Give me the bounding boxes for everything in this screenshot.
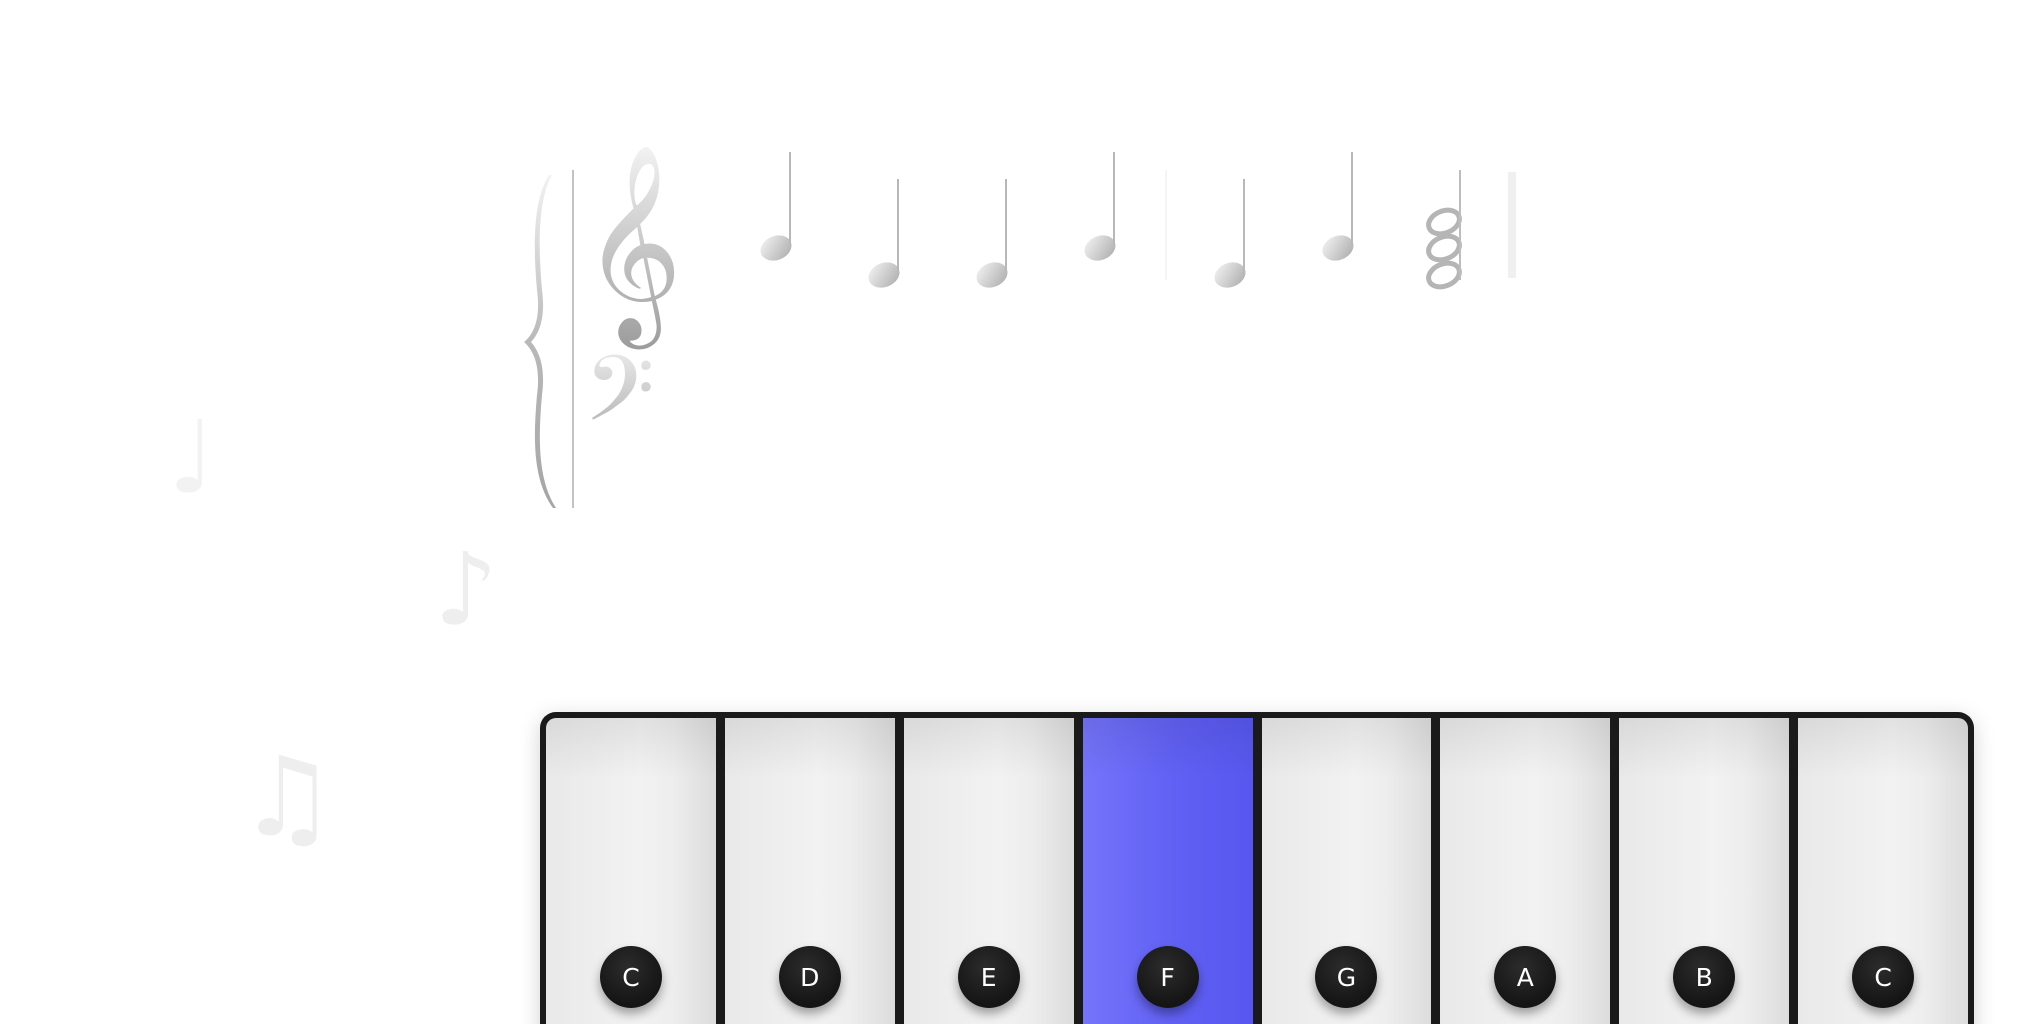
staff-svg: 𝄞 𝄢 (524, 143, 1516, 508)
key-label: C (1852, 946, 1915, 1008)
piano-key[interactable]: B (1619, 718, 1790, 1024)
quarter-note (1322, 152, 1354, 261)
grand-staff: 𝄞 𝄢 (0, 0, 2038, 660)
key-label: E (957, 946, 1020, 1008)
piano-key[interactable]: F (1082, 718, 1253, 1024)
piano-key[interactable]: A (1440, 718, 1611, 1024)
piano-key[interactable]: C (546, 718, 716, 1024)
quarter-note (1214, 179, 1246, 288)
key-label: A (1494, 946, 1557, 1008)
quarter-note (1084, 152, 1116, 261)
half-note-chord (1426, 170, 1462, 290)
chord-note-head (1426, 207, 1462, 237)
key-label: C (599, 946, 662, 1008)
chord-note-head (1426, 233, 1462, 263)
quarter-note (868, 179, 900, 288)
key-label: G (1315, 946, 1378, 1008)
piano-key[interactable]: E (903, 718, 1074, 1024)
key-label: D (778, 946, 841, 1008)
key-label: B (1673, 946, 1736, 1008)
brace-icon (524, 175, 556, 508)
notes-layer (760, 152, 1462, 290)
piano-key[interactable]: C (1798, 718, 1968, 1024)
piano-key[interactable]: G (1261, 718, 1432, 1024)
chord-note-head (1426, 260, 1462, 290)
floating-beamed-notes-icon: ♫ (238, 733, 337, 861)
bass-clef-icon: 𝄢 (584, 336, 655, 464)
quarter-note (760, 152, 792, 261)
piano-game: ♩ ♪ ♫ 𝄞 𝄢 C D E F G A B C (0, 0, 2038, 1024)
piano-keyboard: CDEFGABC (540, 712, 1974, 1024)
piano-key[interactable]: D (724, 718, 895, 1024)
quarter-note (976, 179, 1008, 288)
key-label: F (1136, 946, 1199, 1008)
treble-clef-icon: 𝄞 (582, 143, 682, 349)
